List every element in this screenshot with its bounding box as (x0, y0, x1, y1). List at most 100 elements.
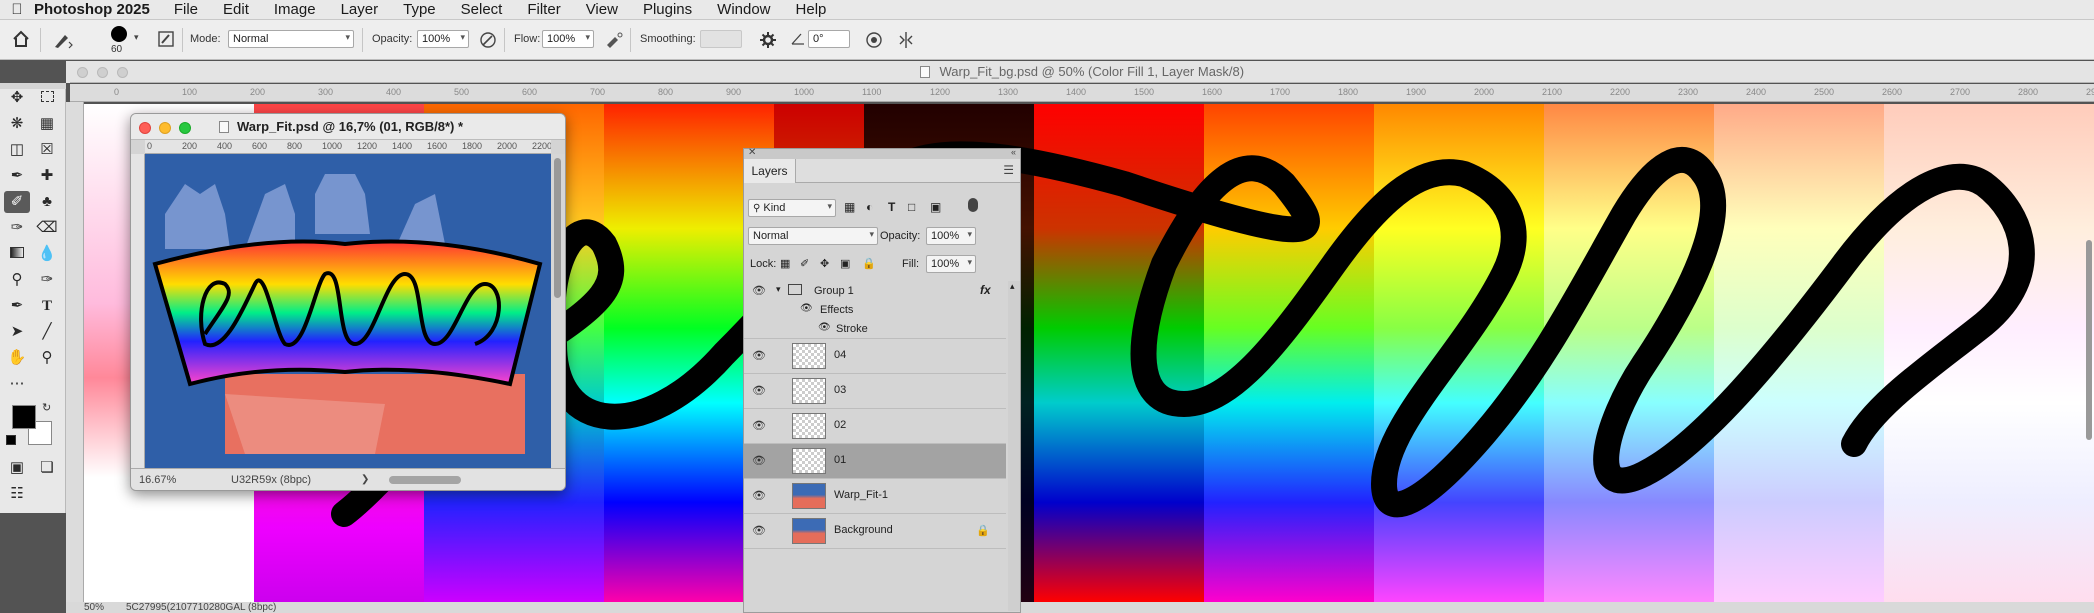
lock-artboard-icon[interactable]: ▣ (840, 257, 850, 270)
hand-tool-icon[interactable]: ✋ (4, 347, 30, 369)
floating-horizontal-ruler[interactable]: 0 200 400 600 800 1000 1200 1400 1600 1800 2000 220… (145, 140, 551, 154)
layer-row[interactable]: 👁 Background 🔒 (744, 514, 1006, 549)
brush-size-preview[interactable]: 60 (108, 24, 130, 56)
crop-tool-icon[interactable]: ◫ (4, 139, 30, 161)
pressure-opacity-icon[interactable] (478, 31, 498, 51)
mode-select[interactable]: Normal ▾ (228, 30, 354, 48)
menu-window[interactable]: Window (717, 1, 770, 18)
minimize-button[interactable] (159, 122, 171, 134)
layer-row[interactable]: 👁 Warp_Fit-1 (744, 479, 1006, 514)
fill-field[interactable]: 100% ▾ (926, 255, 976, 273)
menu-type[interactable]: Type (403, 1, 436, 18)
lasso-tool-icon[interactable]: ❋ (4, 113, 30, 135)
close-icon[interactable]: ✕ (748, 147, 756, 158)
horizontal-scroll-thumb[interactable] (389, 476, 461, 484)
screen-mode-icon[interactable]: ❏ (34, 457, 60, 479)
dodge-tool-icon[interactable]: ⚲ (4, 269, 30, 291)
vertical-ruler[interactable] (66, 102, 84, 602)
layers-scrollbar[interactable]: ▴ (1008, 281, 1020, 611)
fx-icon[interactable]: fx (980, 283, 991, 297)
quick-mask-icon[interactable]: ▣ (4, 457, 30, 479)
brush-preset-icon[interactable] (50, 30, 76, 50)
chevron-right-icon[interactable]: ❯ (361, 469, 369, 490)
app-name-menu[interactable]: Photoshop 2025 (34, 1, 150, 18)
menu-file[interactable]: File (174, 1, 198, 18)
floating-canvas[interactable] (145, 154, 551, 470)
layer-row-selected[interactable]: 👁 01 (744, 444, 1006, 479)
close-button[interactable] (77, 67, 88, 78)
visibility-eye-icon[interactable]: 👁 (752, 524, 766, 538)
floating-document-info[interactable]: U32R59x (8bpc) (231, 469, 311, 490)
visibility-eye-icon[interactable]: 👁 (752, 489, 766, 503)
filter-smart-object-icon[interactable]: ▣ (930, 200, 941, 214)
eraser-tool-icon[interactable]: ⌫ (34, 217, 60, 239)
gear-icon[interactable] (758, 31, 778, 51)
move-tool-icon[interactable]: ✥ (4, 87, 30, 109)
path-select-tool-icon[interactable]: ➤ (4, 321, 30, 343)
home-icon[interactable] (10, 30, 32, 50)
canvas-scrollbar[interactable] (2086, 240, 2092, 440)
floating-zoom-level[interactable]: 16.67% (139, 469, 176, 490)
zoom-button[interactable] (117, 67, 128, 78)
menu-filter[interactable]: Filter (527, 1, 560, 18)
zoom-button[interactable] (179, 122, 191, 134)
visibility-eye-icon[interactable]: 👁 (752, 384, 766, 398)
horizontal-ruler[interactable]: 0 100 200 300 400 500 600 700 800 900 1000 1100 1200… (70, 84, 2094, 102)
collapse-icon[interactable]: « (1011, 147, 1016, 157)
eyedropper-tool-icon[interactable]: ✒ (4, 165, 30, 187)
pressure-size-icon[interactable] (864, 31, 884, 51)
chevron-up-icon[interactable]: ▴ (1010, 281, 1015, 292)
clone-stamp-tool-icon[interactable]: ♣ (34, 191, 60, 213)
layer-group-row[interactable]: 👁 ▾ Group 1 fx (744, 281, 1006, 301)
object-select-tool-icon[interactable]: ▦ (34, 113, 60, 135)
minimize-button[interactable] (97, 67, 108, 78)
smoothing-field[interactable] (700, 30, 742, 48)
menu-help[interactable]: Help (796, 1, 827, 18)
history-brush-tool-icon[interactable]: ✑ (4, 217, 30, 239)
pen-path-tool-icon[interactable]: ✒ (4, 295, 30, 317)
lock-all-icon[interactable]: 🔒 (862, 257, 876, 270)
apple-icon[interactable]:  (0, 1, 34, 18)
filter-shape-icon[interactable]: □ (908, 200, 915, 214)
healing-brush-tool-icon[interactable]: ✚ (34, 165, 60, 187)
blend-mode-select[interactable]: Normal ▾ (748, 227, 878, 245)
menu-select[interactable]: Select (461, 1, 503, 18)
brush-settings-icon[interactable] (156, 30, 176, 50)
line-tool-icon[interactable]: ╱ (34, 321, 60, 343)
airbrush-icon[interactable] (604, 31, 626, 51)
scroll-thumb[interactable] (554, 158, 561, 298)
gradient-tool-icon[interactable] (4, 243, 30, 265)
swap-colors-icon[interactable]: ↻ (42, 401, 51, 414)
floating-vertical-ruler[interactable] (131, 154, 145, 470)
filter-pixel-icon[interactable]: ▦ (844, 200, 855, 214)
layer-row[interactable]: 👁 02 (744, 409, 1006, 444)
visibility-eye-icon[interactable]: 👁 (800, 303, 813, 314)
stroke-effect-row[interactable]: 👁 Stroke (744, 319, 1006, 339)
document-title[interactable]: Warp_Fit_bg.psd @ 50% (Color Fill 1, Lay… (940, 64, 1245, 79)
more-tools-icon[interactable]: ⋯ (4, 373, 30, 395)
tab-layers[interactable]: Layers (744, 159, 796, 183)
menu-edit[interactable]: Edit (223, 1, 249, 18)
blur-tool-icon[interactable]: 💧 (34, 243, 60, 265)
effects-row[interactable]: 👁 Effects (744, 301, 1006, 319)
lock-pixels-icon[interactable]: ✐ (800, 257, 809, 270)
layer-row[interactable]: 👁 03 (744, 374, 1006, 409)
visibility-eye-icon[interactable]: 👁 (752, 419, 766, 433)
group-expand-chevron-icon[interactable]: ▾ (776, 284, 781, 295)
default-colors-icon[interactable] (6, 435, 16, 445)
floating-window-titlebar[interactable]: Warp_Fit.psd @ 16,7% (01, RGB/8*) * (131, 114, 565, 140)
filter-adjustment-icon[interactable]: ◐ (866, 200, 873, 214)
layer-filter-kind[interactable]: ⚲ Kind ▾ (748, 199, 836, 217)
visibility-eye-icon[interactable]: 👁 (752, 454, 766, 468)
menu-layer[interactable]: Layer (341, 1, 379, 18)
symmetry-icon[interactable] (896, 31, 916, 51)
marquee-tool-icon[interactable] (34, 87, 60, 109)
frame-tool-icon[interactable]: ☒ (34, 139, 60, 161)
lock-transparent-icon[interactable]: ▦ (780, 257, 790, 270)
document-info[interactable]: 5C27995(2107710280GAL (8bpc) (126, 602, 276, 613)
zoom-tool-icon[interactable]: ⚲ (34, 347, 60, 369)
filter-type-icon[interactable]: T (888, 200, 895, 214)
floating-vertical-scrollbar[interactable] (551, 154, 565, 470)
opacity-field[interactable]: 100% ▾ (417, 30, 469, 48)
panel-menu-icon[interactable]: ☰ (1003, 163, 1014, 177)
